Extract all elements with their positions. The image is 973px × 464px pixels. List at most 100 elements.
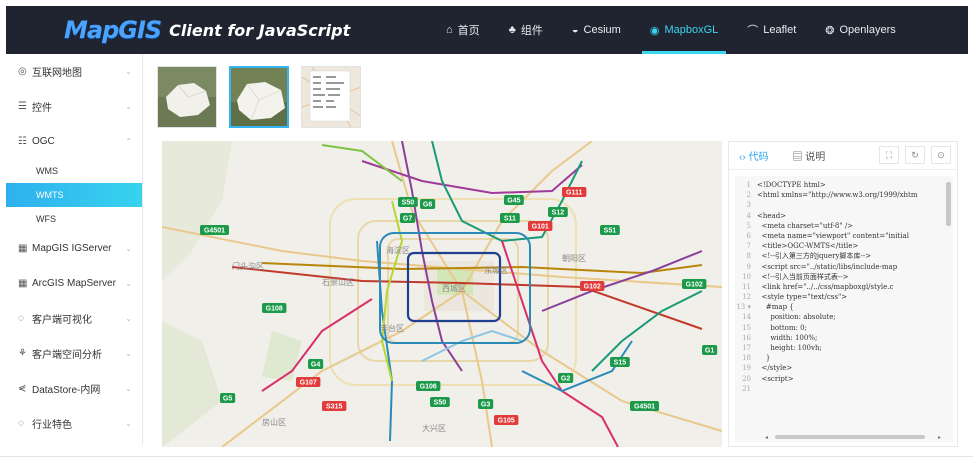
scroll-left-icon[interactable]: ◂ xyxy=(765,434,768,441)
code-text: <meta name="viewport" content="initial xyxy=(757,231,909,240)
app-logo[interactable]: MapGIS Client for JavaScript xyxy=(64,16,350,44)
sidebar-subitem-wmts[interactable]: WMTS xyxy=(6,183,142,207)
code-line: 17 height: 100vh; xyxy=(735,343,953,353)
nav-leaflet[interactable]: ⌒ Leaflet xyxy=(735,6,808,54)
road-badge: G6 xyxy=(420,199,436,209)
mapgis-logo-mark: MapGIS xyxy=(64,16,162,44)
thumbnail-satellite-selected[interactable] xyxy=(229,66,289,128)
line-number: 18 xyxy=(742,354,751,363)
map-canvas[interactable]: 海淀区 石景山区 东城区 西城区 丰台区 朝阳区 大兴区 房山区 门头沟区 G4501 S50 G6… xyxy=(162,141,722,447)
road-badge: G111 xyxy=(562,187,587,197)
sidebar-item-ogc[interactable]: ☷ OGC ⌃ xyxy=(6,124,142,159)
code-line: 6 <meta name="viewport" content="initial xyxy=(735,231,953,241)
horizontal-scrollbar[interactable] xyxy=(775,435,925,439)
nav-openlayers[interactable]: ❂ Openlayers xyxy=(813,6,907,54)
sidebar-item-spatial-analysis[interactable]: ⚘ 客户端空间分析 ⌄ xyxy=(6,336,142,371)
nav-components[interactable]: ♣ 组件 xyxy=(497,6,555,54)
chevron-up-icon: ⌃ xyxy=(125,137,132,146)
code-line: 9 <script src="../static/libs/include-ma… xyxy=(735,262,953,272)
code-line: 21 xyxy=(735,384,953,394)
road-badge: G1 xyxy=(702,345,718,355)
code-text: <link href="../../css/mapboxgl/style.c xyxy=(757,282,894,291)
road-badge-label: G106 xyxy=(420,384,437,391)
sidebar-item-datastore[interactable]: ⋞ DataStore-内网 ⌄ xyxy=(6,371,142,406)
line-number: 16 xyxy=(742,333,751,342)
road-badge-label: G111 xyxy=(566,190,582,197)
sidebar-item-controls[interactable]: ☰ 控件 ⌄ xyxy=(6,89,142,124)
sidebar-subitem-wfs[interactable]: WFS xyxy=(6,207,142,231)
run-icon[interactable]: ⊙ xyxy=(931,146,951,164)
line-number: 8 xyxy=(746,252,751,261)
code-line: 7 <title>OGC-WMTS</title> xyxy=(735,241,953,251)
app-title: Client for JavaScript xyxy=(169,20,351,40)
road-badge: G2 xyxy=(558,373,574,383)
code-line: 1 <!DOCTYPE html> xyxy=(735,180,953,190)
vertical-scrollbar[interactable] xyxy=(946,182,951,226)
nav-components-label: 组件 xyxy=(520,25,543,37)
line-number: 7 xyxy=(746,242,751,251)
road-badge: G108 xyxy=(262,303,287,313)
sidebar-item-visualization[interactable]: ◌ 客户端可视化 ⌄ xyxy=(6,301,142,336)
fullscreen-icon[interactable]: ⛶ xyxy=(879,146,899,164)
road-badge: G102 xyxy=(682,279,707,289)
code-text: #map { xyxy=(757,303,794,312)
sidebar-item-label: OGC xyxy=(32,136,55,147)
road-badge: G107 xyxy=(296,377,321,387)
sidebar-item-label: ArcGIS MapServer xyxy=(32,278,116,289)
sidebar-item-arcgis[interactable]: ▦ ArcGIS MapServer ⌄ xyxy=(6,266,142,301)
district-label: 海淀区 xyxy=(386,245,410,255)
road-badge-label: G3 xyxy=(481,402,490,409)
line-number: 13 ▾ xyxy=(736,303,751,312)
main-nav: ⌂ 首页 ♣ 组件 ◒ Cesium ◉ MapboxGL ⌒ Leaflet … xyxy=(434,6,913,54)
code-lines: 1 <!DOCTYPE html> 2 <html xmlns="http://www… xyxy=(735,176,953,394)
line-number: 19 xyxy=(742,364,751,373)
code-line: 14 position: absolute; xyxy=(735,312,953,322)
openlayers-icon: ❂ xyxy=(825,24,835,37)
chevron-down-icon: ⌄ xyxy=(125,384,132,393)
thumbnail-info-popup[interactable] xyxy=(301,66,361,128)
code-text: height: 100vh; xyxy=(757,344,822,352)
road-badge-label: G102 xyxy=(584,284,601,291)
road-badge: G5 xyxy=(220,393,236,403)
components-icon: ♣ xyxy=(508,24,516,36)
code-text: <title>OGC-WMTS</title> xyxy=(757,242,859,251)
scroll-right-icon[interactable]: ▸ xyxy=(938,434,941,441)
tab-description[interactable]: ▤ 说明 xyxy=(792,148,825,163)
road-badge-label: G45 xyxy=(507,198,520,205)
mapbox-icon: ◉ xyxy=(649,24,660,37)
datastore-icon: ⋞ xyxy=(18,383,27,394)
tab-code[interactable]: ‹› 代码 xyxy=(739,148,768,163)
nav-leaflet-label: Leaflet xyxy=(763,24,797,36)
road-badge: G4501 xyxy=(200,225,229,235)
code-text: <meta charset="utf-8" /> xyxy=(757,221,854,230)
sidebar-subitem-wms[interactable]: WMS xyxy=(6,159,142,183)
nav-mapboxgl[interactable]: ◉ MapboxGL xyxy=(638,6,730,54)
sidebar-item-internet-map[interactable]: ◎ 互联网地图 ⌄ xyxy=(6,54,142,89)
thumbnail-satellite[interactable] xyxy=(157,66,217,128)
top-navbar: MapGIS Client for JavaScript ⌂ 首页 ♣ 组件 ◒… xyxy=(6,6,968,54)
refresh-icon[interactable]: ↻ xyxy=(905,146,925,164)
road-badge-label: G108 xyxy=(266,306,283,313)
page-divider xyxy=(0,456,973,457)
code-text: width: 100%; xyxy=(757,333,818,342)
nav-cesium[interactable]: ◒ Cesium xyxy=(560,6,633,54)
sidebar-item-label: 控件 xyxy=(32,103,52,114)
road-badge-label: G5 xyxy=(223,396,232,403)
road-badge: S315 xyxy=(322,401,347,411)
district-label: 东城区 xyxy=(484,265,508,275)
road-badge-label: G105 xyxy=(498,418,515,425)
sidebar-item-label: 行业特色 xyxy=(32,420,72,431)
code-editor[interactable]: 1 <!DOCTYPE html> 2 <html xmlns="http://www… xyxy=(735,176,953,442)
code-text: </style> xyxy=(757,364,793,373)
server-icon: ▦ xyxy=(18,243,28,254)
road-badge-label: S315 xyxy=(326,404,342,411)
line-number: 21 xyxy=(742,384,751,393)
line-number: 2 xyxy=(746,191,751,200)
nav-home[interactable]: ⌂ 首页 xyxy=(434,6,492,54)
code-line: 12 <style type="text/css"> xyxy=(735,292,953,302)
sidebar-item-industry[interactable]: ◌ 行业特色 ⌄ xyxy=(6,406,142,441)
road-badge-label: S51 xyxy=(604,228,617,235)
sidebar-item-igserver[interactable]: ▦ MapGIS IGServer ⌄ xyxy=(6,231,142,266)
sidebar-item-label: DataStore-内网 xyxy=(32,385,101,396)
chevron-down-icon: ⌄ xyxy=(125,244,132,253)
